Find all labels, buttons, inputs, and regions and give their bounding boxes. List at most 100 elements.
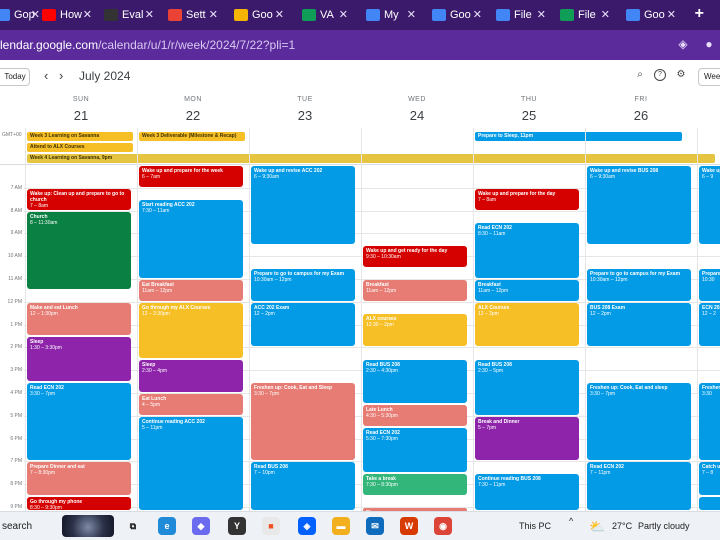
calendar-event[interactable]: Read ECN 202 7 – 11pm — [587, 462, 691, 510]
day-date[interactable]: 21 — [25, 108, 137, 123]
calendar-event[interactable]: Wake up and prepare for the week 6 – 7am — [139, 166, 243, 187]
taskbar-app-icon[interactable]: ⧉ — [124, 517, 142, 535]
calendar-event[interactable]: Take a break 7:30 – 8:30pm — [363, 473, 467, 495]
day-header[interactable]: MON 22 — [137, 96, 249, 123]
day-date[interactable]: 23 — [249, 108, 361, 123]
calendar-event[interactable]: Wake up: Clean up and prepare to go to c… — [27, 188, 131, 210]
taskbar-app-icon[interactable]: ◈ — [298, 517, 316, 535]
search-highlight-image[interactable] — [62, 515, 114, 537]
browser-tab[interactable]: File ✕ — [492, 4, 548, 26]
day-date[interactable]: 27 — [697, 108, 720, 123]
taskbar-app-icon[interactable]: ▬ — [332, 517, 350, 535]
day-date[interactable]: 24 — [361, 108, 473, 123]
calendar-event[interactable]: Breakfast 11am – 12pm — [475, 280, 579, 301]
weather-condition[interactable]: Partly cloudy — [638, 521, 690, 531]
tab-close-icon[interactable]: ✕ — [407, 8, 416, 21]
browser-tab[interactable]: File ✕ — [556, 4, 612, 26]
previous-week-icon[interactable]: ‹ — [44, 68, 48, 84]
url-field[interactable]: lendar.google.com/calendar/u/1/r/week/20… — [0, 38, 295, 52]
new-tab-icon[interactable]: + — [695, 5, 704, 23]
tab-close-icon[interactable]: ✕ — [275, 8, 284, 21]
calendar-event[interactable]: Read ECN 202 5:30 – 7:30pm — [363, 428, 467, 472]
calendar-event[interactable]: Wake up and prepare for the day 7 – 8am — [475, 188, 579, 210]
calendar-event[interactable]: Wake up and revise BUS 208 6 – 9:30am — [587, 166, 691, 244]
calendar-event[interactable]: Sleep 1:30 – 3:30pm — [27, 337, 131, 381]
extension-icon[interactable]: ◈ — [676, 37, 690, 51]
taskbar-app-icon[interactable]: W — [400, 517, 418, 535]
day-header[interactable]: THU 25 — [473, 96, 585, 123]
calendar-event[interactable]: Read BUS 208 2:30 – 4:30pm — [363, 359, 467, 404]
calendar-event[interactable]: Freshen up: Cook, Eat and Sleep 3:30 – 7p… — [251, 382, 355, 461]
search-icon[interactable]: ⌕ — [634, 69, 646, 81]
calendar-event[interactable]: Late Lunch 4:30 – 5:30pm — [363, 405, 467, 427]
today-button[interactable]: Today — [0, 68, 30, 86]
calendar-event[interactable]: Go through my phone 8:30 – 9:30pm — [27, 496, 131, 510]
browser-tab[interactable]: VA ✕ — [298, 4, 350, 26]
all-day-event[interactable]: Attend to ALX Courses — [27, 143, 133, 152]
all-day-event[interactable]: Prepare to Sleep, 11pm — [475, 132, 682, 141]
day-header[interactable]: FRI 26 — [585, 96, 697, 123]
tab-close-icon[interactable]: ✕ — [209, 8, 218, 21]
day-date[interactable]: 22 — [137, 108, 249, 123]
day-header[interactable]: TUE 23 — [249, 96, 361, 123]
calendar-event[interactable]: Make and eat Lunch 12 – 1:30pm — [27, 302, 131, 335]
profile-icon[interactable]: ● — [702, 37, 716, 51]
calendar-event[interactable]: Go through my ALX Courses 12 – 2:30pm — [139, 302, 243, 358]
day-date[interactable]: 25 — [473, 108, 585, 123]
calendar-event[interactable]: Read BUS 208 2:30 – 5pm — [475, 359, 579, 415]
calendar-event[interactable] — [699, 496, 720, 510]
calendar-event[interactable]: Prepare Dinner and eat 7 – 8:30pm — [27, 462, 131, 495]
calendar-event[interactable]: Continue reading BUS 208 7:30 – 11pm — [475, 473, 579, 510]
browser-tab[interactable]: My ✕ — [362, 4, 418, 26]
browser-tab[interactable]: Goo ✕ — [622, 4, 678, 26]
day-header[interactable]: WED 24 — [361, 96, 473, 123]
calendar-event[interactable]: Read ECN 202 3:30 – 7pm — [27, 382, 131, 461]
calendar-event[interactable]: ACC 202 Exam 12 – 2pm — [251, 302, 355, 347]
calendar-event[interactable]: Prepare 10:30 — [699, 268, 720, 301]
taskbar-app-icon[interactable]: Y — [228, 517, 246, 535]
calendar-event[interactable]: Start reading ACC 202 7:30 – 11am — [139, 200, 243, 278]
calendar-event[interactable]: ALX Courses 12 – 2pm — [475, 302, 579, 347]
taskbar-app-icon[interactable]: ✉ — [366, 517, 384, 535]
all-day-event[interactable]: Week 4 Learning on Savanna, 9pm — [27, 154, 716, 163]
tab-close-icon[interactable]: ✕ — [601, 8, 610, 21]
taskbar-app-icon[interactable]: ■ — [262, 517, 280, 535]
tab-close-icon[interactable]: ✕ — [83, 8, 92, 21]
calendar-event[interactable]: Wake up and revise ACC 202 6 – 9:30am — [251, 166, 355, 244]
temperature[interactable]: 27°C — [612, 521, 632, 531]
tab-close-icon[interactable]: ✕ — [145, 8, 154, 21]
browser-tab[interactable]: Goo ✕ — [230, 4, 286, 26]
calendar-event[interactable]: BUS 208 Exam 12 – 2pm — [587, 302, 691, 347]
day-header[interactable]: SUN 21 — [25, 96, 137, 123]
taskbar-search[interactable]: search — [2, 521, 32, 532]
taskbar-app-icon[interactable]: e — [158, 517, 176, 535]
calendar-event[interactable]: Read BUS 208 7 – 10pm — [251, 462, 355, 510]
all-day-event[interactable]: Week 3 Deliverable (Milestone & Recap) — [139, 132, 245, 141]
calendar-event[interactable]: Read ECN 202 8:30 – 11am — [475, 223, 579, 278]
browser-tab[interactable]: Goo ✕ — [428, 4, 484, 26]
browser-tab[interactable]: Sett ✕ — [164, 4, 220, 26]
calendar-event[interactable]: Freshen 3:30 — [699, 382, 720, 461]
next-week-icon[interactable]: › — [59, 68, 63, 84]
day-date[interactable]: 26 — [585, 108, 697, 123]
show-hidden-icons-icon[interactable]: ^ — [569, 516, 573, 526]
calendar-event[interactable]: Eat Lunch 4 – 5pm — [139, 394, 243, 415]
view-switcher-button[interactable]: Week — [698, 68, 720, 86]
calendar-event[interactable]: Continue reading ACC 202 5 – 11pm — [139, 416, 243, 510]
calendar-event[interactable]: Sleep 2:30 – 4pm — [139, 359, 243, 392]
calendar-event[interactable]: Break and Dinner 5 – 7pm — [475, 416, 579, 461]
browser-tab[interactable]: Gop ✕ — [0, 4, 42, 26]
tab-close-icon[interactable]: ✕ — [473, 8, 482, 21]
this-pc-label[interactable]: This PC — [519, 521, 551, 531]
tab-close-icon[interactable]: ✕ — [537, 8, 546, 21]
settings-icon[interactable]: ⚙ — [675, 69, 687, 81]
calendar-event[interactable]: ECN 20212 – 2 — [699, 302, 720, 347]
calendar-event[interactable]: Prepare to go to campus for my Exam 10:30… — [587, 268, 691, 301]
calendar-event[interactable]: ALX courses 12:30 – 2pm — [363, 314, 467, 347]
tab-close-icon[interactable]: ✕ — [667, 8, 676, 21]
browser-tab[interactable]: How ✕ — [38, 4, 94, 26]
calendar-event[interactable]: Breakfast 11am – 12pm — [363, 280, 467, 301]
calendar-event[interactable]: Eat Breakfast 11am – 12pm — [139, 280, 243, 301]
calendar-event[interactable]: Catch up7 – 8 — [699, 462, 720, 495]
help-icon[interactable]: ? — [654, 69, 666, 81]
